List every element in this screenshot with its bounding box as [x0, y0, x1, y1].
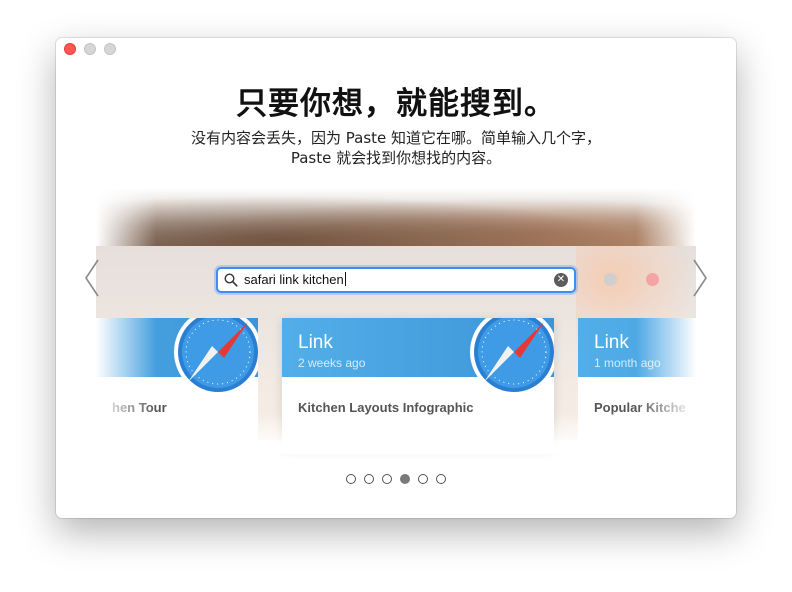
- search-field[interactable]: safari link kitchen ✕: [216, 267, 576, 293]
- search-icon: [224, 273, 238, 287]
- search-input[interactable]: safari link kitchen: [244, 272, 346, 287]
- filter-dot-gray[interactable]: [604, 273, 617, 286]
- card-header: Link 2 weeks ago: [282, 318, 554, 396]
- page-dot-4-active[interactable]: [400, 474, 410, 484]
- photo-fade: [96, 188, 696, 246]
- card-title: Popular Kitche: [594, 400, 686, 415]
- page-dot-3[interactable]: [382, 474, 392, 484]
- zoom-button[interactable]: [104, 43, 116, 55]
- card-header: Link 1 month ago: [578, 318, 696, 377]
- window-controls: [64, 43, 116, 55]
- card-type: Link: [298, 332, 333, 353]
- card-time: 2 weeks ago: [298, 356, 366, 370]
- chevron-left-icon[interactable]: [82, 258, 102, 298]
- card-clip-right: Link 1 month ago Popular Kitche: [578, 318, 696, 448]
- page-dot-5[interactable]: [418, 474, 428, 484]
- chevron-right-icon[interactable]: [690, 258, 710, 298]
- page-dot-6[interactable]: [436, 474, 446, 484]
- card-type: Link: [594, 332, 629, 353]
- search-query-text: safari link kitchen: [244, 272, 344, 287]
- card-title: Kitchen Layouts Infographic: [298, 400, 474, 415]
- subtitle-line-2: Paste 就会找到你想找的内容。: [290, 149, 502, 167]
- paste-onboarding-window: 只要你想，就能搜到。 没有内容会丢失，因为 Paste 知道它在哪。简单输入几个…: [56, 38, 736, 518]
- card-clip-left: Link hen Tour: [96, 318, 258, 448]
- minimize-button[interactable]: [84, 43, 96, 55]
- filter-dot-pink[interactable]: [646, 273, 659, 286]
- clip-card-selected[interactable]: Link 2 weeks ago Kitchen Layouts Infogra…: [282, 318, 554, 448]
- card-header: Link: [96, 318, 258, 396]
- safari-compass-icon: [174, 318, 258, 396]
- clip-card[interactable]: Link hen Tour: [96, 318, 258, 448]
- card-title: hen Tour: [112, 400, 167, 415]
- page-indicator: [56, 474, 736, 484]
- subtitle-line-1: 没有内容会丢失，因为 Paste 知道它在哪。简单输入几个字，: [190, 129, 602, 147]
- text-caret: [344, 272, 346, 286]
- page-dot-2[interactable]: [364, 474, 374, 484]
- safari-compass-icon: [470, 318, 554, 396]
- clear-icon[interactable]: ✕: [554, 273, 568, 287]
- card-time: 1 month ago: [594, 356, 661, 370]
- page-dot-1[interactable]: [346, 474, 356, 484]
- close-button[interactable]: [64, 43, 76, 55]
- clip-card[interactable]: Link 1 month ago Popular Kitche: [578, 318, 696, 448]
- page-title: 只要你想，就能搜到。: [236, 86, 556, 122]
- page-subtitle: 没有内容会丢失，因为 Paste 知道它在哪。简单输入几个字， Paste 就会…: [56, 128, 736, 168]
